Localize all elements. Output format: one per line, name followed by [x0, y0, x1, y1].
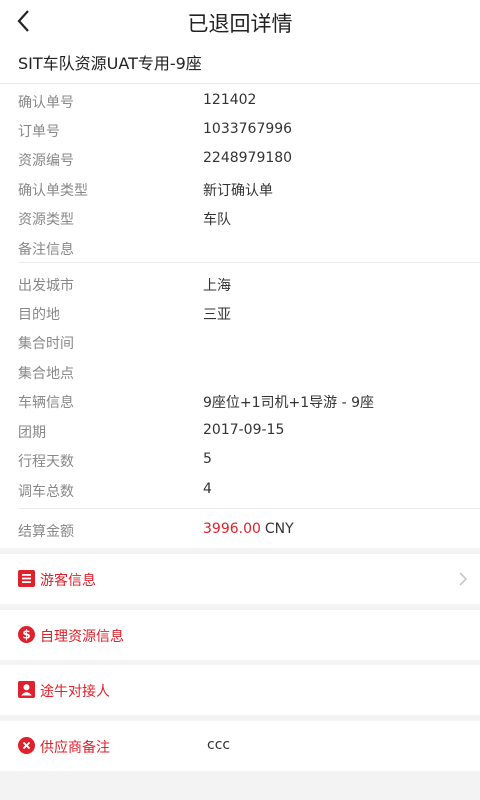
person-icon: [18, 681, 35, 698]
row-label: 出发城市: [18, 278, 74, 294]
row-label: 集合时间: [18, 336, 74, 352]
divider: [18, 262, 480, 263]
list-icon: [18, 570, 35, 587]
row-label: 团期: [18, 425, 46, 441]
row-label: 行程天数: [18, 454, 74, 470]
row-value: 车队: [203, 212, 231, 228]
row-label: 资源类型: [18, 212, 74, 228]
svg-text:$: $: [22, 628, 30, 642]
divider: [18, 508, 480, 509]
row-value: 5: [203, 451, 212, 467]
row-label: 备注信息: [18, 242, 74, 258]
row-label: 订单号: [18, 124, 60, 140]
row-label: 车辆信息: [18, 395, 74, 411]
detail-row-settlement-amount: 结算金额 3996.00 CNY: [0, 515, 480, 544]
chevron-right-icon: [459, 572, 468, 586]
detail-row-trip-days: 行程天数 5: [0, 445, 480, 474]
row-value: 2017-09-15: [203, 422, 285, 438]
row-value: 4: [203, 481, 212, 497]
detail-row-vehicle-count: 调车总数 4: [0, 475, 480, 504]
row-value: 9座位+1司机+1导游 - 9座: [203, 395, 375, 411]
section-label: 自理资源信息: [40, 629, 124, 645]
detail-row-meeting-time: 集合时间: [0, 327, 480, 356]
detail-row-tour-date: 团期 2017-09-15: [0, 416, 480, 445]
close-circle-icon: [18, 737, 35, 754]
detail-row-confirm-no: 确认单号 121402: [0, 86, 480, 115]
amount-value: 3996.00 CNY: [203, 521, 294, 537]
row-label: 资源编号: [18, 153, 74, 169]
detail-row-remarks: 备注信息: [0, 233, 480, 262]
detail-row-vehicle-info: 车辆信息 9座位+1司机+1导游 - 9座: [0, 386, 480, 415]
section-tuniu-contact[interactable]: 途牛对接人: [0, 665, 480, 715]
amount-currency: CNY: [264, 521, 294, 537]
row-label: 调车总数: [18, 484, 74, 500]
row-label: 集合地点: [18, 366, 74, 382]
detail-row-resource-no: 资源编号 2248979180: [0, 144, 480, 173]
details-panel: 确认单号 121402 订单号 1033767996 资源编号 22489791…: [0, 84, 480, 548]
section-label: 途牛对接人: [40, 684, 110, 700]
amount-number: 3996.00: [203, 521, 261, 537]
detail-row-order-no: 订单号 1033767996: [0, 115, 480, 144]
section-tourist-info[interactable]: 游客信息: [0, 554, 480, 604]
row-label: 确认单号: [18, 95, 74, 111]
detail-row-meeting-place: 集合地点: [0, 357, 480, 386]
detail-row-departure-city: 出发城市 上海: [0, 269, 480, 298]
section-self-resource-info[interactable]: $ 自理资源信息: [0, 610, 480, 660]
dollar-icon: $: [18, 626, 35, 643]
row-label: 目的地: [18, 307, 60, 323]
row-label: 确认单类型: [18, 183, 88, 199]
row-label: 结算金额: [18, 524, 74, 540]
header-bar: 已退回详情: [0, 0, 480, 44]
resource-name: SIT车队资源UAT专用-9座: [0, 44, 480, 84]
row-value: 1033767996: [203, 121, 293, 137]
supplier-remarks-value: ccc: [207, 737, 231, 753]
row-value: 新订确认单: [203, 183, 273, 199]
section-label: 供应商备注: [40, 740, 110, 756]
section-supplier-remarks[interactable]: 供应商备注 ccc: [0, 721, 480, 771]
row-value: 2248979180: [203, 150, 293, 166]
detail-row-confirm-type: 确认单类型 新订确认单: [0, 174, 480, 203]
row-value: 三亚: [203, 307, 231, 323]
section-label: 游客信息: [40, 573, 96, 589]
row-value: 121402: [203, 92, 257, 108]
detail-row-destination: 目的地 三亚: [0, 298, 480, 327]
page-title: 已退回详情: [187, 12, 293, 36]
detail-row-resource-type: 资源类型 车队: [0, 203, 480, 232]
row-value: 上海: [203, 278, 231, 294]
